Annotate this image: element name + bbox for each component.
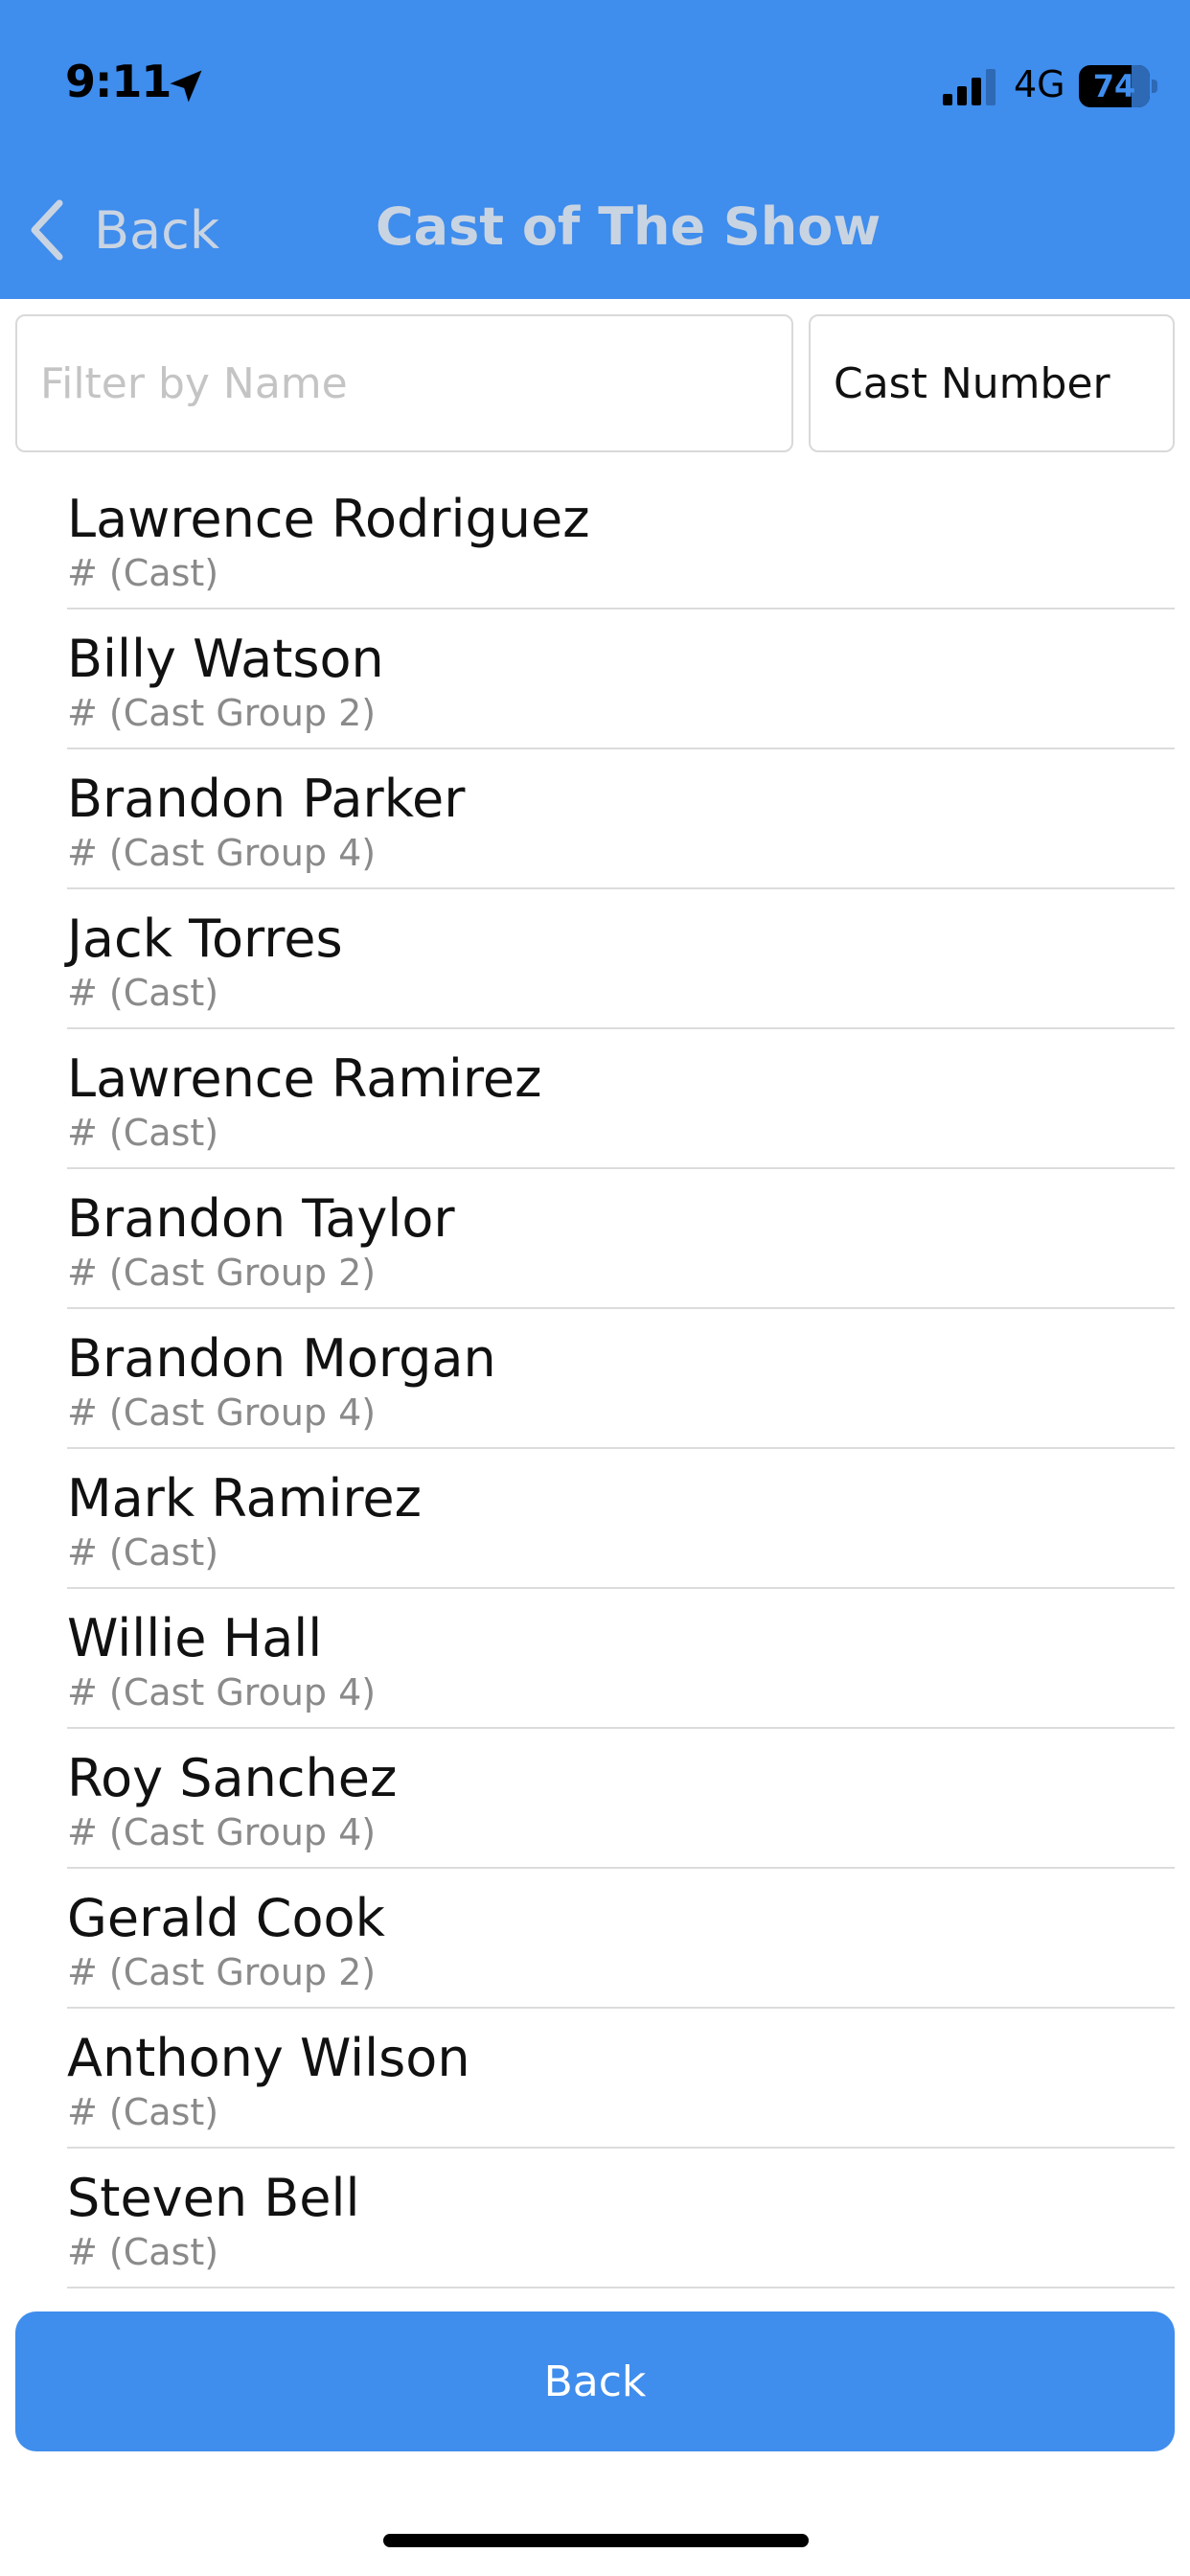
cellular-signal-icon xyxy=(943,69,995,105)
cast-member-group: # (Cast Group 4) xyxy=(67,1811,377,1853)
cast-member-name: Willie Hall xyxy=(67,1608,323,1668)
cast-member-name: Lawrence Rodriguez xyxy=(67,489,590,549)
cast-member-group: # (Cast) xyxy=(67,2091,219,2133)
cast-list-item[interactable]: Anthony Wilson # (Cast) xyxy=(67,2009,1175,2149)
cast-list-item[interactable]: Brandon Morgan # (Cast Group 4) xyxy=(67,1309,1175,1449)
cast-list-item[interactable]: Steven Bell # (Cast) xyxy=(67,2149,1175,2288)
cast-member-group: # (Cast Group 2) xyxy=(67,1252,377,1294)
cast-list-item[interactable]: Willie Hall # (Cast Group 4) xyxy=(67,1589,1175,1729)
cast-member-group: # (Cast) xyxy=(67,1531,219,1574)
battery-level: 74 xyxy=(1092,68,1136,104)
cast-list-item[interactable]: Brandon Parker # (Cast Group 4) xyxy=(67,749,1175,889)
page-title: Cast of The Show xyxy=(376,196,881,257)
cast-list-item[interactable]: Lawrence Rodriguez # (Cast) xyxy=(67,470,1175,610)
cast-list-item[interactable]: Jack Torres # (Cast) xyxy=(67,889,1175,1029)
cast-member-name: Steven Bell xyxy=(67,2168,360,2228)
cast-member-name: Brandon Taylor xyxy=(67,1188,455,1249)
cast-member-group: # (Cast Group 4) xyxy=(67,1671,377,1714)
cast-member-group: # (Cast Group 4) xyxy=(67,832,377,874)
cast-member-group: # (Cast) xyxy=(67,552,219,594)
cast-list-item[interactable]: Brandon Taylor # (Cast Group 2) xyxy=(67,1169,1175,1309)
nav-back-button[interactable]: Back xyxy=(27,192,219,268)
cast-member-group: # (Cast Group 4) xyxy=(67,1392,377,1434)
cast-member-group: # (Cast Group 2) xyxy=(67,692,377,734)
network-type: 4G xyxy=(1014,63,1065,105)
cast-member-name: Lawrence Ramirez xyxy=(67,1048,542,1109)
cast-member-name: Brandon Morgan xyxy=(67,1328,496,1389)
cast-member-name: Anthony Wilson xyxy=(67,2028,470,2088)
cast-member-group: # (Cast) xyxy=(67,972,219,1014)
cast-list: Lawrence Rodriguez # (Cast) Billy Watson # … xyxy=(0,470,1190,2288)
filter-by-name-input[interactable] xyxy=(15,314,793,452)
sort-select[interactable]: Cast Number xyxy=(809,314,1175,452)
cast-member-name: Brandon Parker xyxy=(67,769,466,829)
status-time: 9:11 xyxy=(65,56,172,107)
location-arrow-icon xyxy=(170,70,202,103)
cast-member-name: Jack Torres xyxy=(67,908,343,969)
cast-list-item[interactable]: Lawrence Ramirez # (Cast) xyxy=(67,1029,1175,1169)
battery-icon: 74 xyxy=(1079,65,1157,107)
battery-tip xyxy=(1152,80,1157,93)
cast-list-item[interactable]: Billy Watson # (Cast Group 2) xyxy=(67,610,1175,749)
cast-member-group: # (Cast) xyxy=(67,1112,219,1154)
cast-member-name: Mark Ramirez xyxy=(67,1468,422,1529)
home-indicator xyxy=(383,2534,809,2547)
back-button[interactable]: Back xyxy=(15,2312,1175,2451)
cast-member-group: # (Cast) xyxy=(67,2231,219,2273)
chevron-left-icon xyxy=(31,199,63,261)
cast-member-name: Roy Sanchez xyxy=(67,1748,398,1808)
cast-list-item[interactable]: Roy Sanchez # (Cast Group 4) xyxy=(67,1729,1175,1869)
cast-list-item[interactable]: Gerald Cook # (Cast Group 2) xyxy=(67,1869,1175,2009)
app-header: 9:11 4G 74 Back Cast of The Show xyxy=(0,0,1190,299)
nav-back-label: Back xyxy=(94,199,220,261)
sort-select-value: Cast Number xyxy=(834,358,1110,408)
cast-list-item[interactable]: Mark Ramirez # (Cast) xyxy=(67,1449,1175,1589)
cast-member-group: # (Cast Group 2) xyxy=(67,1951,377,1993)
cast-member-name: Billy Watson xyxy=(67,629,384,689)
cast-member-name: Gerald Cook xyxy=(67,1888,385,1948)
